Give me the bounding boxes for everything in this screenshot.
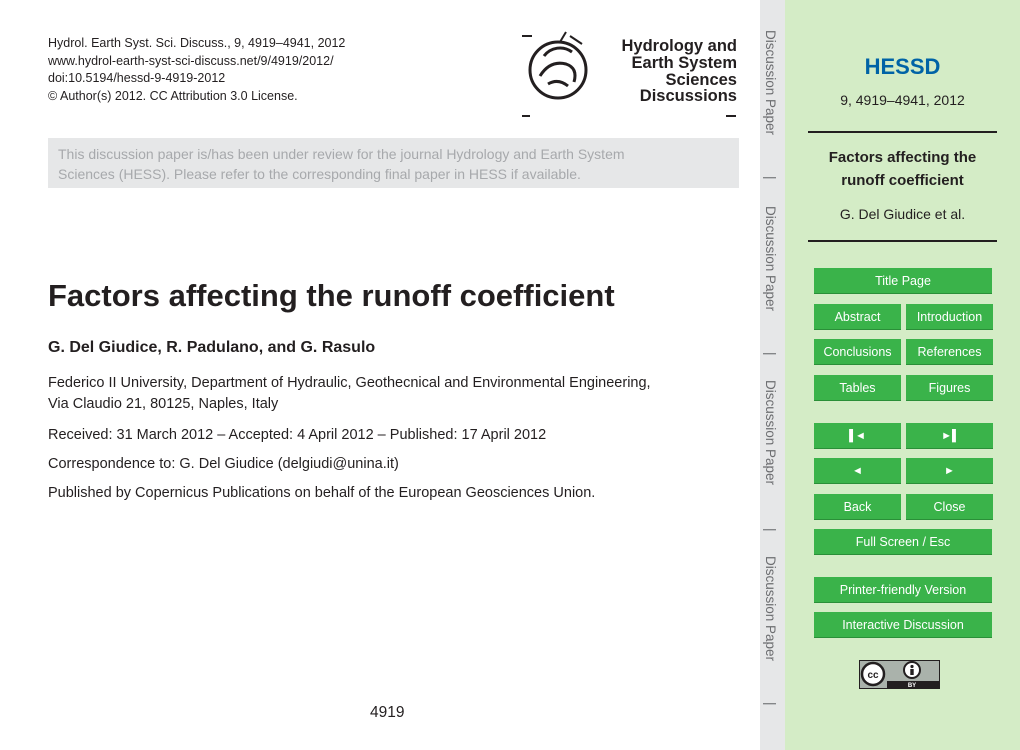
- separator: |: [763, 528, 778, 532]
- license-by-label: BY: [908, 683, 916, 689]
- logo-line: Discussions: [639, 87, 737, 106]
- back-button[interactable]: Back: [814, 494, 901, 520]
- discussion-paper-label: Discussion Paper: [763, 556, 778, 662]
- discussion-paper-label: Discussion Paper: [763, 206, 778, 312]
- paper-title: Factors affecting the runoff coefficient: [48, 278, 615, 313]
- correspondence-line: Correspondence to: G. Del Giudice (delgi…: [48, 456, 399, 472]
- last-page-button[interactable]: ► ▌: [906, 423, 993, 449]
- notice-line: This discussion paper is/has been under …: [58, 146, 625, 162]
- discussion-paper-label: Discussion Paper: [763, 30, 778, 136]
- logo-rule: [726, 115, 736, 117]
- interactive-discussion-button[interactable]: Interactive Discussion: [814, 612, 992, 638]
- affiliation-line: Federico II University, Department of Hy…: [48, 375, 651, 391]
- sidebar-rule: [808, 131, 997, 133]
- affiliation-line: Via Claudio 21, 80125, Naples, Italy: [48, 395, 279, 412]
- sidebar-rule: [808, 240, 997, 242]
- prev-page-button[interactable]: ◄: [814, 458, 901, 484]
- journal-url[interactable]: www.hydrol-earth-syst-sci-discuss.net/9/…: [48, 53, 345, 71]
- logo-line: Sciences: [665, 70, 737, 89]
- doi: doi:10.5194/hessd-9-4919-2012: [48, 71, 226, 85]
- affiliation: Federico II University, Department of Hy…: [48, 373, 651, 414]
- paper-page: Hydrol. Earth Syst. Sci. Discuss., 9, 49…: [0, 0, 760, 750]
- journal-logo-text: Hydrology and Earth System Sciences Disc…: [590, 38, 737, 105]
- last-page-arrow: ►: [941, 429, 953, 442]
- discussion-paper-label: Discussion Paper: [763, 380, 778, 486]
- publisher-line: Published by Copernicus Publications on …: [48, 485, 596, 501]
- cc-by-license-icon[interactable]: cc BY: [859, 660, 940, 689]
- copyright: © Author(s) 2012. CC Attribution 3.0 Lic…: [48, 88, 298, 103]
- notice-line: Sciences (HESS). Please refer to the cor…: [58, 166, 581, 182]
- figures-button[interactable]: Figures: [906, 375, 993, 401]
- sidebar-author: G. Del Giudice et al.: [839, 206, 966, 222]
- separator: |: [763, 352, 778, 356]
- logo-rule: [522, 35, 532, 37]
- page-number: 4919: [370, 704, 405, 721]
- first-page-arrow: ◄: [854, 429, 866, 442]
- journal-pages: 9, 4919–4941, 2012: [840, 92, 965, 108]
- logo-rule: [522, 115, 530, 117]
- next-page-button[interactable]: ►: [906, 458, 993, 484]
- review-notice: This discussion paper is/has been under …: [48, 138, 739, 188]
- title-page-button[interactable]: Title Page: [814, 268, 992, 294]
- first-page-button[interactable]: ▌ ◄: [814, 423, 901, 449]
- separator: |: [763, 176, 778, 180]
- dates-line: Received: 31 March 2012 – Accepted: 4 Ap…: [48, 427, 547, 443]
- sidebar-title: Factors affecting the runoff coefficient: [785, 146, 1020, 192]
- svg-text:cc: cc: [867, 670, 879, 681]
- egu-logo-icon: [528, 31, 588, 100]
- full-screen-button[interactable]: Full Screen / Esc: [814, 529, 992, 555]
- next-arrow-icon: ►: [944, 464, 955, 477]
- logo-line: Hydrology and: [621, 37, 737, 55]
- journal-citation: Hydrol. Earth Syst. Sci. Discuss., 9, 49…: [48, 36, 346, 50]
- conclusions-button[interactable]: Conclusions: [814, 339, 901, 365]
- printer-friendly-button[interactable]: Printer-friendly Version: [814, 577, 992, 603]
- logo-line: Earth System: [631, 53, 737, 72]
- introduction-button[interactable]: Introduction: [906, 304, 993, 330]
- skip-forward-icon: ▌: [952, 429, 960, 442]
- sidebar-title-line: Factors affecting the: [828, 149, 977, 166]
- prev-arrow-icon: ◄: [852, 464, 863, 477]
- sidebar-title-line: runoff coefficient: [841, 172, 964, 189]
- tables-button[interactable]: Tables: [814, 375, 901, 401]
- close-button[interactable]: Close: [906, 494, 993, 520]
- separator: |: [763, 702, 778, 706]
- references-button[interactable]: References: [906, 339, 993, 365]
- paper-authors: G. Del Giudice, R. Padulano, and G. Rasu…: [48, 339, 376, 356]
- citation-meta: Hydrol. Earth Syst. Sci. Discuss., 9, 49…: [48, 35, 345, 105]
- abstract-button[interactable]: Abstract: [814, 304, 901, 330]
- journal-acronym: HESSD: [864, 54, 941, 79]
